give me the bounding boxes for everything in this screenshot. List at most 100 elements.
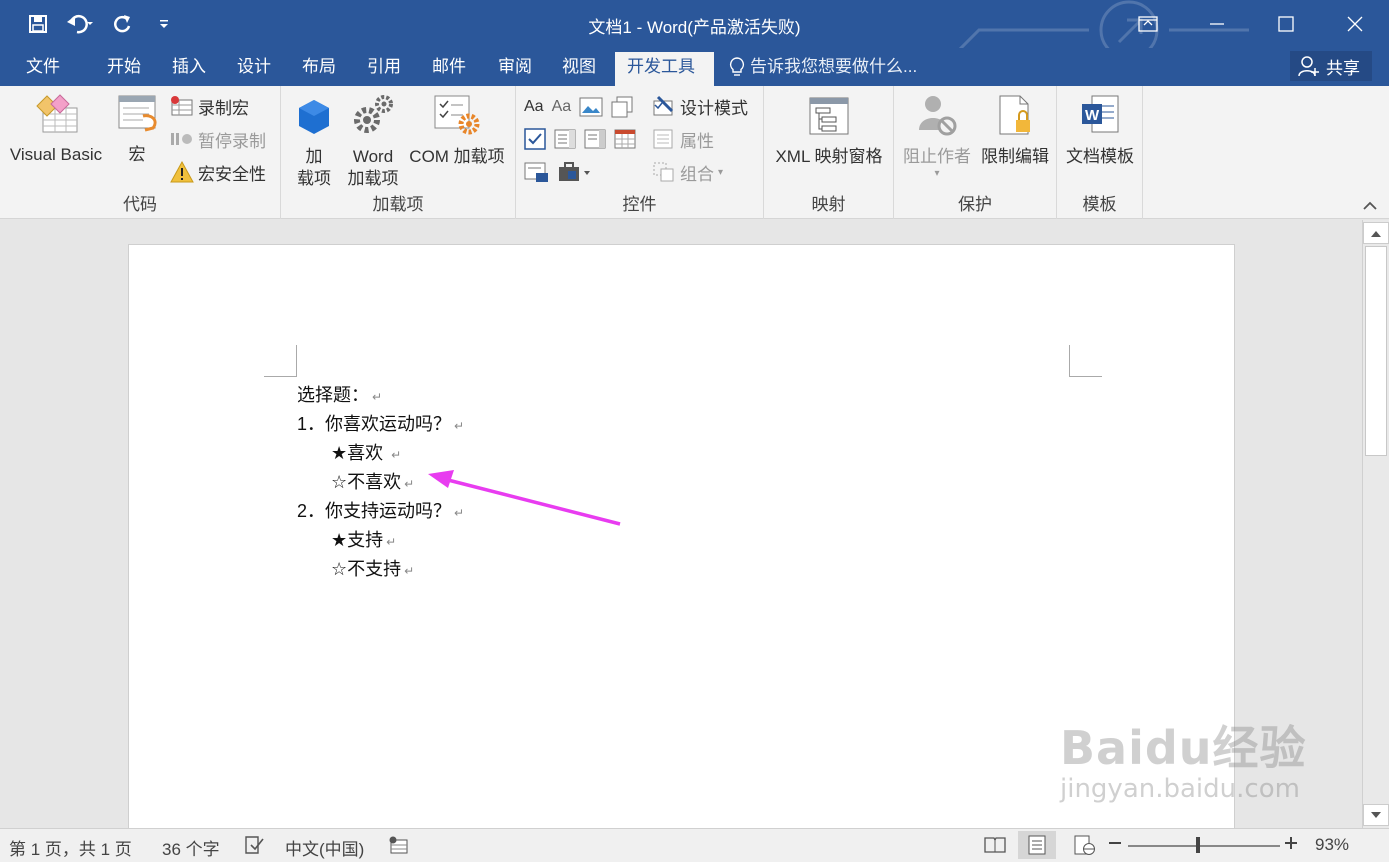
watermark-url: jingyan.baidu.com	[1060, 774, 1300, 804]
macro-record-icon	[389, 836, 408, 854]
macro-security-button[interactable]: 宏安全性	[170, 159, 266, 185]
macros-button[interactable]: 宏	[110, 94, 164, 166]
status-bar: 第 1 页，共 1 页 36 个字 中文(中国) 93%	[0, 828, 1389, 862]
scroll-thumb[interactable]	[1365, 246, 1387, 456]
design-mode-button[interactable]: 设计模式	[652, 93, 748, 119]
zoom-in-button[interactable]	[1284, 835, 1298, 855]
tab-home[interactable]: 开始	[95, 52, 153, 86]
ribbon-display-options-button[interactable]	[1113, 0, 1182, 48]
web-layout-button[interactable]	[1074, 835, 1096, 860]
group-icon	[653, 162, 674, 182]
record-macro-label: 录制宏	[198, 98, 249, 118]
rich-text-control[interactable]: Aa	[524, 98, 544, 116]
scroll-down-button[interactable]	[1363, 804, 1389, 826]
vertical-scrollbar[interactable]	[1362, 220, 1389, 828]
tab-design[interactable]: 设计	[225, 52, 283, 86]
block-authors-label: 阻止作者	[903, 147, 971, 166]
addins-group: 加 载项 Word 加载项 COM 加载项 加载项	[281, 86, 516, 219]
page-count[interactable]: 第 1 页，共 1 页	[9, 835, 132, 860]
restrict-editing-button[interactable]: 限制编辑	[976, 94, 1054, 168]
tab-file[interactable]: 文件	[14, 52, 72, 86]
read-mode-button[interactable]	[984, 835, 1006, 860]
lightbulb-icon	[729, 57, 745, 76]
zoom-out-button[interactable]	[1108, 835, 1122, 855]
window-controls	[1113, 0, 1389, 48]
word-addins-button[interactable]: Word 加载项	[343, 94, 403, 190]
addins-label-line1: 加	[305, 147, 323, 166]
maximize-button[interactable]	[1251, 0, 1320, 48]
tab-layout[interactable]: 布局	[290, 52, 348, 86]
tab-developer[interactable]: 开发工具	[615, 52, 714, 86]
document-template-button[interactable]: W 文档模板	[1059, 94, 1141, 168]
properties-button[interactable]: 属性	[652, 126, 714, 152]
addins-label-line2: 载项	[297, 169, 331, 188]
pause-recording-button[interactable]: 暂停录制	[170, 126, 266, 152]
dropdown-list-control-icon[interactable]	[584, 128, 606, 150]
chevron-up-icon	[1371, 230, 1381, 237]
scroll-up-button[interactable]	[1363, 222, 1389, 244]
macros-label: 宏	[128, 145, 146, 164]
tab-references[interactable]: 引用	[355, 52, 413, 86]
tab-mailings[interactable]: 邮件	[420, 52, 478, 86]
block-authors-icon	[919, 96, 957, 136]
building-block-control-icon[interactable]	[611, 96, 633, 118]
code-group: Visual Basic 宏 录制宏 暂停录制 宏安全性 代码	[0, 86, 281, 219]
design-mode-icon	[653, 95, 674, 116]
design-mode-label: 设计模式	[680, 98, 748, 118]
legacy-tools-icon[interactable]	[558, 161, 592, 183]
combo-box-control-icon[interactable]	[554, 128, 576, 150]
close-button[interactable]	[1320, 0, 1389, 48]
controls-row-2	[524, 126, 636, 152]
controls-row-1: Aa Aa	[524, 94, 633, 120]
web-layout-icon	[1074, 835, 1095, 855]
proofing-icon	[245, 836, 264, 854]
share-button[interactable]: 共享	[1290, 51, 1372, 81]
pause-recording-label: 暂停录制	[198, 131, 266, 151]
pause-icon	[171, 133, 192, 145]
minimize-button[interactable]	[1182, 0, 1251, 48]
group-label: 组合	[680, 164, 714, 184]
share-label: 共享	[1326, 58, 1360, 78]
record-macro-button[interactable]: 录制宏	[170, 93, 249, 119]
chevron-up-icon	[1363, 201, 1377, 210]
xml-mapping-pane-button[interactable]: XML 映射窗格	[768, 96, 890, 168]
zoom-slider-thumb[interactable]	[1196, 837, 1200, 853]
chevron-down-icon: ▾	[934, 168, 940, 179]
controls-group-label: 控件	[622, 195, 657, 214]
svg-text:W: W	[1085, 107, 1100, 124]
date-picker-control-icon[interactable]	[614, 128, 636, 150]
baidu-watermark: Baidu经验 jingyan.baidu.com	[1060, 712, 1307, 804]
com-addins-button[interactable]: COM 加载项	[403, 94, 511, 168]
mapping-group-label: 映射	[811, 195, 846, 214]
repeating-section-control-icon[interactable]	[524, 161, 550, 183]
print-layout-icon	[1028, 835, 1046, 855]
picture-control-icon[interactable]	[579, 97, 603, 117]
zoom-slider-track[interactable]	[1128, 845, 1280, 847]
document-line: 1．你喜欢运动吗？ ↵	[297, 414, 465, 434]
proofing-status[interactable]	[243, 835, 265, 860]
restrict-editing-label: 限制编辑	[981, 147, 1049, 166]
tab-view[interactable]: 视图	[550, 52, 608, 86]
visual-basic-icon	[36, 94, 78, 133]
block-authors-button[interactable]: 阻止作者 ▾	[898, 94, 976, 180]
macro-recording-status[interactable]	[388, 835, 410, 860]
visual-basic-button[interactable]: Visual Basic	[6, 94, 106, 166]
word-count[interactable]: 36 个字	[162, 835, 220, 860]
language-status[interactable]: 中文(中国)	[285, 835, 364, 860]
checkbox-control-icon[interactable]	[524, 128, 546, 150]
record-macro-icon	[171, 96, 193, 116]
tab-insert[interactable]: 插入	[160, 52, 218, 86]
addins-button[interactable]: 加 载项	[289, 98, 339, 190]
group-button[interactable]: 组合 ▾	[652, 159, 723, 185]
tab-review[interactable]: 审阅	[486, 52, 544, 86]
title-bar: 文档1 - Word(产品激活失败)	[0, 0, 1389, 48]
tell-me-search[interactable]: 告诉我您想要做什么...	[728, 52, 917, 82]
person-add-icon	[1298, 56, 1319, 77]
zoom-level[interactable]: 93%	[1315, 835, 1349, 855]
plain-text-control[interactable]: Aa	[552, 98, 572, 116]
plus-icon	[1285, 837, 1297, 849]
margin-corner-top-left	[264, 345, 297, 377]
print-layout-button[interactable]	[1018, 831, 1056, 859]
controls-row-3	[524, 159, 592, 185]
collapse-ribbon-button[interactable]	[1363, 198, 1377, 214]
